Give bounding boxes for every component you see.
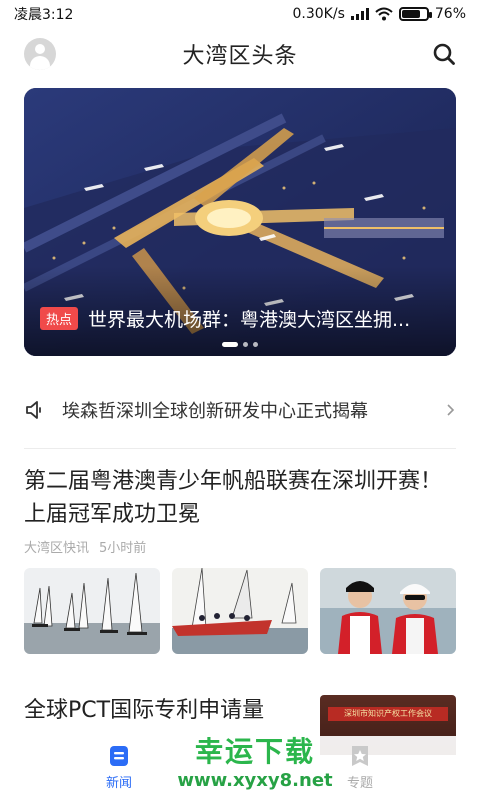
- watermark: 幸运下载 www.xyxy8.net: [170, 730, 340, 791]
- user-avatar-icon[interactable]: [24, 38, 56, 70]
- news-item[interactable]: 第二届粤港澳青少年帆船联赛在深圳开赛！上届冠军成功卫冕 大湾区快讯 5小时前: [24, 465, 456, 556]
- status-indicators: 0.30K/s 76%: [293, 6, 467, 22]
- banner-title: 世界最大机场群：粤港澳大湾区坐拥...: [88, 309, 411, 331]
- carousel-dot[interactable]: [222, 342, 238, 347]
- news-icon: [110, 746, 128, 766]
- status-bar: 凌晨3:12 0.30K/s 76%: [0, 0, 480, 28]
- banner-caption: 热点 世界最大机场群：粤港澳大湾区坐拥...: [40, 305, 445, 332]
- notice-bar[interactable]: 埃森哲深圳全球创新研发中心正式揭幕: [24, 388, 456, 432]
- notice-text: 埃森哲深圳全球创新研发中心正式揭幕: [62, 401, 368, 422]
- watermark-url: www.xyxy8.net: [177, 770, 333, 791]
- page-title: 大湾区头条: [182, 44, 298, 69]
- wifi-icon: [375, 7, 393, 21]
- image-caption: 深圳市知识产权工作会议: [344, 709, 432, 718]
- search-icon[interactable]: [432, 42, 456, 66]
- sailboat-crew-thumbnail[interactable]: [172, 568, 308, 654]
- badge-star-icon: [352, 746, 368, 766]
- battery-icon: [398, 7, 432, 21]
- status-time: 凌晨3:12: [14, 7, 74, 23]
- carousel-dot[interactable]: [243, 342, 248, 347]
- speaker-icon: [26, 401, 41, 419]
- app-header: 大湾区头条: [0, 32, 480, 76]
- chevron-right-icon[interactable]: [444, 404, 456, 416]
- news-thumbnails: [24, 568, 456, 654]
- tab-label: 新闻: [105, 776, 132, 791]
- news-meta: 大湾区快讯 5小时前: [24, 537, 456, 556]
- sailors-portrait-thumbnail[interactable]: [320, 568, 456, 654]
- tab-news[interactable]: 新闻: [89, 744, 149, 791]
- news-time: 5小时前: [99, 541, 147, 556]
- sailboat-race-thumbnail[interactable]: [24, 568, 160, 654]
- hot-badge: 热点: [40, 307, 79, 330]
- network-speed: 0.30K/s: [292, 6, 345, 22]
- battery-percent: 76%: [434, 6, 466, 22]
- watermark-title: 幸运下载: [194, 735, 315, 768]
- news-source: 大湾区快讯: [24, 541, 90, 556]
- tab-label: 专题: [346, 776, 373, 791]
- hero-banner[interactable]: 热点 世界最大机场群：粤港澳大湾区坐拥...: [24, 88, 456, 356]
- divider: [24, 448, 456, 449]
- carousel-indicator: [222, 342, 258, 347]
- carousel-dot[interactable]: [253, 342, 258, 347]
- news-title: 第二届粤港澳青少年帆船联赛在深圳开赛！上届冠军成功卫冕: [24, 469, 443, 527]
- signal-icon: [350, 8, 369, 20]
